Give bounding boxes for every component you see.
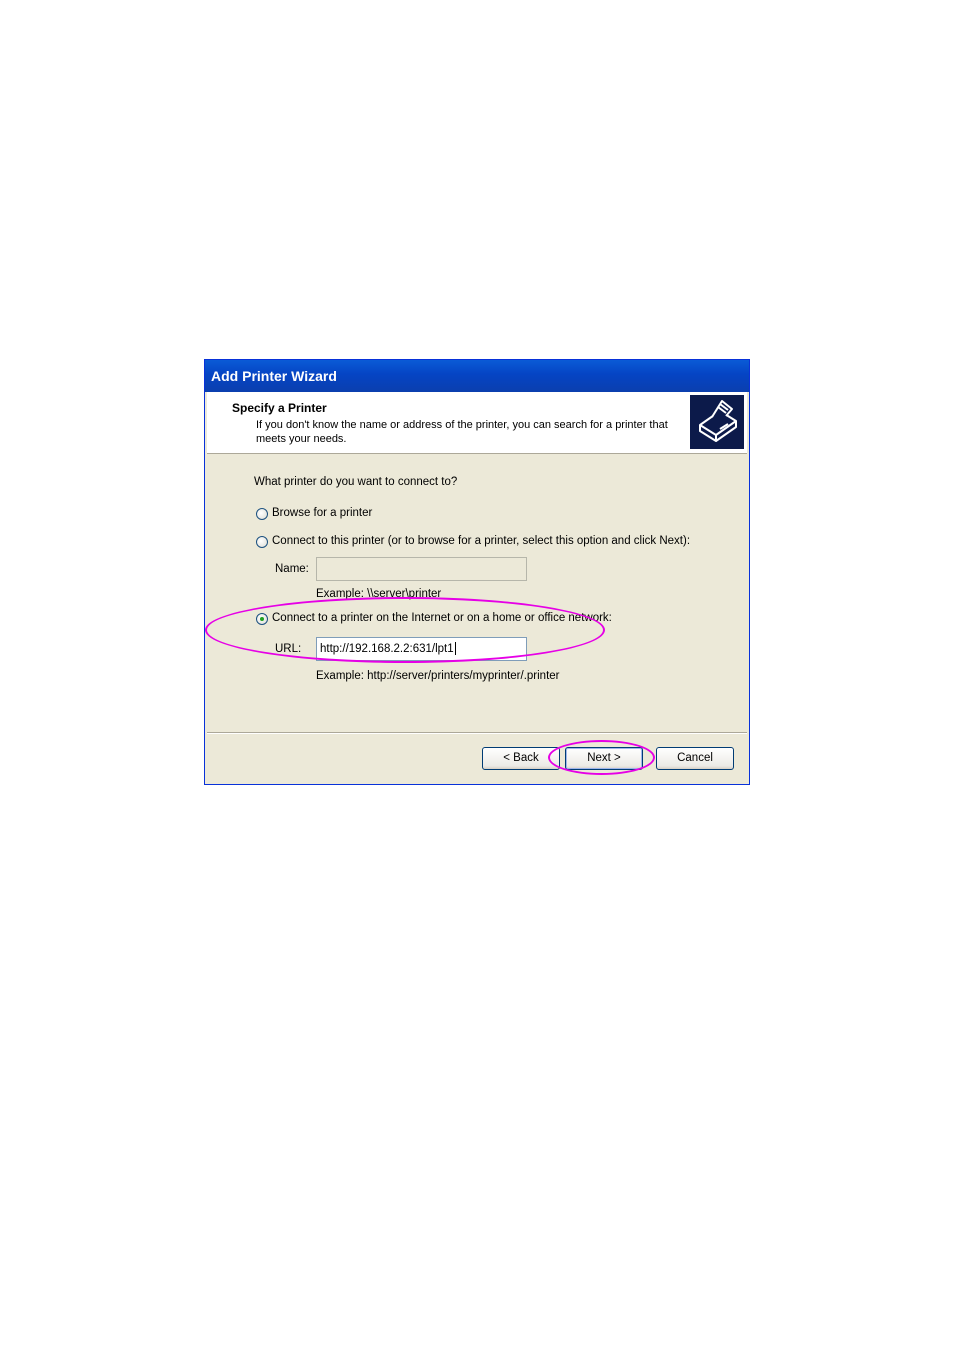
- name-label: Name:: [275, 563, 309, 575]
- option-connect-this-label[interactable]: Connect to this printer (or to browse fo…: [272, 535, 690, 547]
- cancel-button[interactable]: Cancel: [656, 747, 734, 770]
- question-label: What printer do you want to connect to?: [254, 476, 458, 488]
- name-input[interactable]: [316, 557, 527, 581]
- radio-browse-printer[interactable]: [256, 508, 268, 520]
- option-browse-label[interactable]: Browse for a printer: [272, 507, 372, 519]
- radio-connect-this-printer[interactable]: [256, 536, 268, 548]
- button-separator: [207, 732, 747, 734]
- url-example: Example: http://server/printers/myprinte…: [316, 670, 560, 682]
- highlight-ellipse-next-button: [548, 740, 655, 775]
- title-bar[interactable]: Add Printer Wizard: [205, 360, 749, 392]
- window-title: Add Printer Wizard: [211, 368, 337, 384]
- printer-icon: [690, 395, 744, 449]
- header-title: Specify a Printer: [232, 401, 327, 415]
- add-printer-wizard-dialog: Add Printer Wizard Specify a Printer If …: [204, 359, 750, 785]
- highlight-ellipse-internet-option: [205, 597, 605, 663]
- header-description: If you don't know the name or address of…: [256, 419, 668, 445]
- wizard-header: Specify a Printer If you don't know the …: [207, 392, 747, 454]
